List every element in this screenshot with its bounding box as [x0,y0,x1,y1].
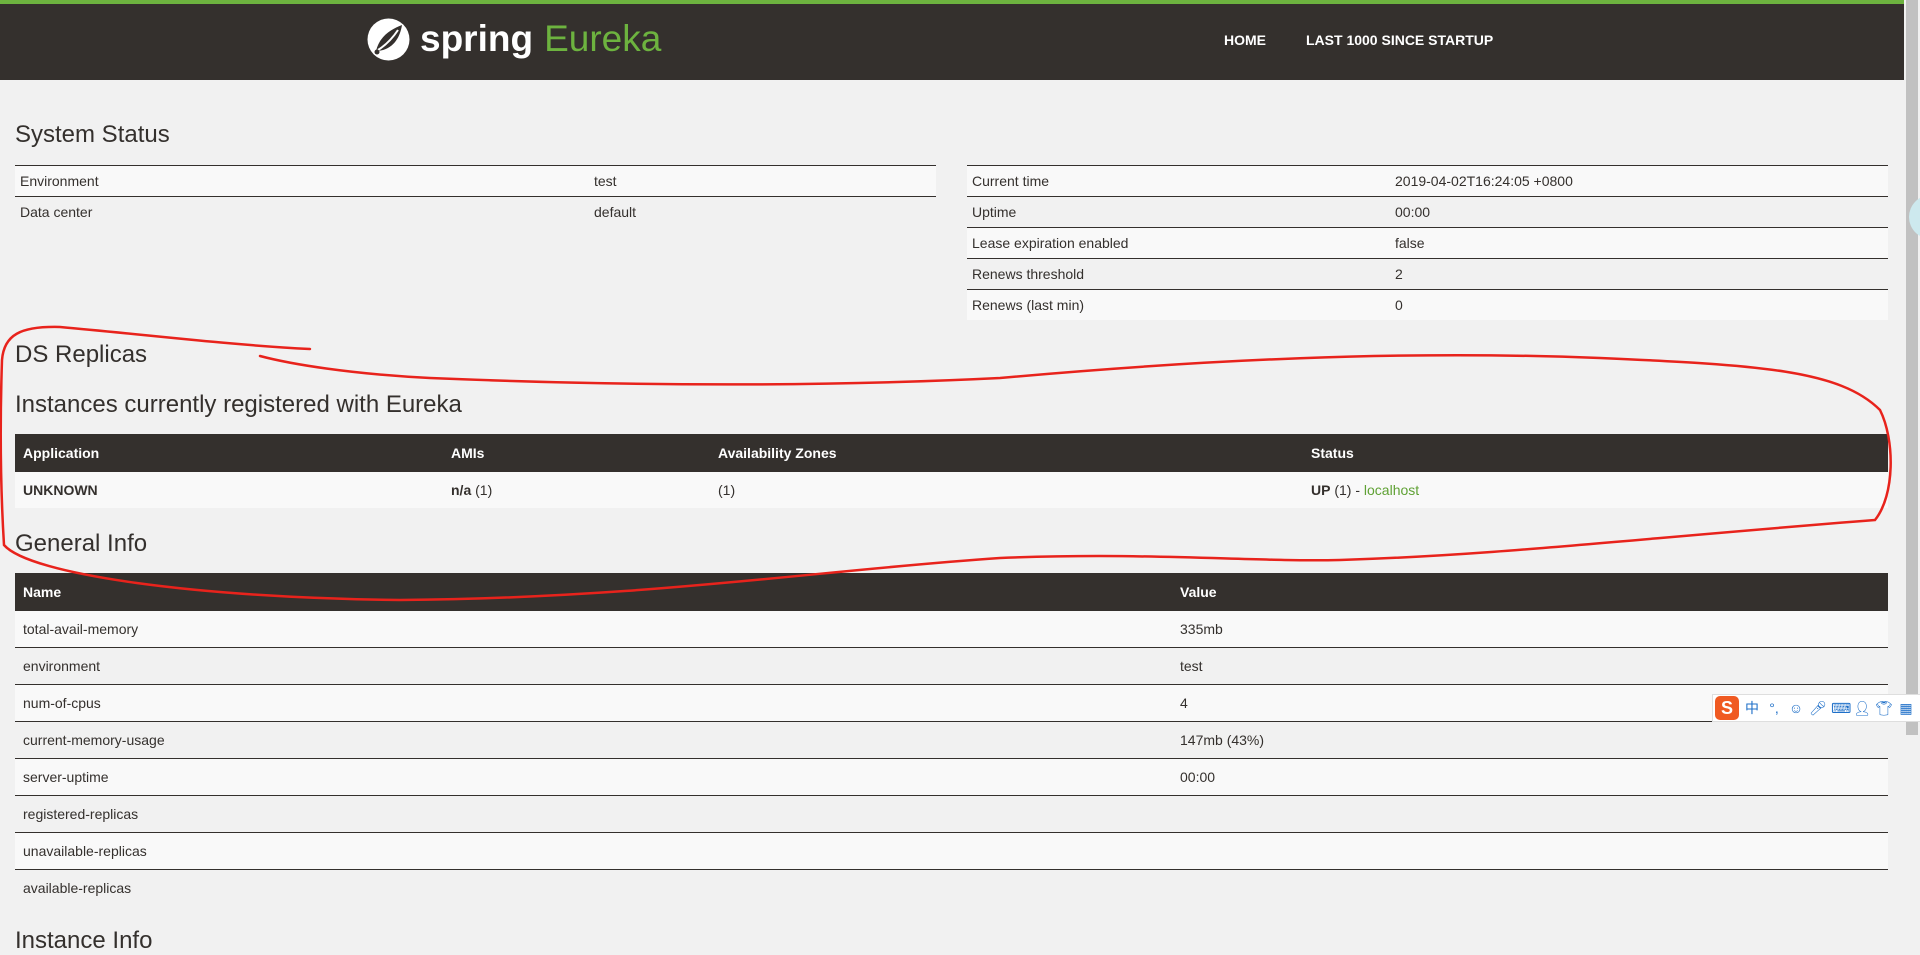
label-cell: Uptime [967,196,1390,228]
system-status-title: System Status [15,121,170,148]
value-cell: 2 [1390,258,1888,290]
value-cell: 00:00 [1390,196,1888,228]
value-cell: 2019-04-02T16:24:05 +0800 [1390,165,1888,197]
table-row: current-memory-usage 147mb (43%) [15,721,1888,759]
ds-replicas-title: DS Replicas [15,341,148,368]
name-cell: environment [15,647,1172,685]
table-row: environment test [15,647,1888,685]
table-row: registered-replicas [15,795,1888,833]
navbar: spring Eureka HOME LAST 1000 SINCE START… [0,4,1904,80]
value-cell: default [589,196,936,227]
table-row: Data center default [15,196,936,227]
label-cell: Current time [967,165,1390,197]
label-cell: Renews (last min) [967,289,1390,320]
general-info-table: Name Value total-avail-memory 335mb envir… [15,573,1888,906]
value-cell [1172,795,1888,833]
table-row: num-of-cpus 4 [15,684,1888,722]
name-cell: unavailable-replicas [15,832,1172,870]
table-row: Current time 2019-04-02T16:24:05 +0800 [967,165,1888,197]
column-header-status: Status [1303,434,1888,472]
value-cell: test [589,165,936,197]
grid-icon[interactable]: ▦ [1897,700,1915,717]
nav-last1000-link[interactable]: LAST 1000 SINCE STARTUP [1306,32,1493,48]
column-header-application: Application [15,434,443,472]
value-cell [1172,869,1888,906]
microphone-icon[interactable]: 🎤︎ [1809,700,1827,717]
name-cell: num-of-cpus [15,684,1172,722]
system-status-left-table: Environment test Data center default [15,165,936,227]
table-row: Renews threshold 2 [967,258,1888,290]
zones-cell: (1) [710,471,1303,508]
instances-table: Application AMIs Availability Zones Stat… [15,434,1888,508]
instance-link[interactable]: localhost [1364,482,1419,498]
table-row: UNKNOWN n/a (1) (1) UP (1) - localhost [15,471,1888,508]
table-row: Environment test [15,165,936,197]
system-status-right-table: Current time 2019-04-02T16:24:05 +0800 U… [967,165,1888,320]
value-cell: 00:00 [1172,758,1888,796]
ime-toolbar: S 中 °, ☺ 🎤︎ ⌨ 👤︎ 👕︎ ▦ [1712,694,1920,722]
spring-leaf-icon [367,18,410,60]
value-cell: 0 [1390,289,1888,320]
label-cell: Renews threshold [967,258,1390,290]
status-cell: UP (1) - localhost [1303,471,1888,508]
value-cell: false [1390,227,1888,259]
logo-spring-text: spring [420,18,534,59]
spring-eureka-logo[interactable]: spring Eureka [366,14,661,64]
value-cell [1172,832,1888,870]
label-cell: Data center [15,196,589,227]
table-row: unavailable-replicas [15,832,1888,870]
sogou-logo-icon[interactable]: S [1715,696,1739,720]
table-row: total-avail-memory 335mb [15,610,1888,648]
shirt-icon[interactable]: 👕︎ [1875,700,1893,717]
user-icon[interactable]: 👤︎ [1853,700,1871,717]
general-info-title: General Info [15,530,148,557]
name-cell: current-memory-usage [15,721,1172,759]
status-value: UP [1311,482,1331,498]
table-row: available-replicas [15,869,1888,906]
table-header-row: Name Value [15,573,1888,611]
value-cell: 335mb [1172,610,1888,648]
status-count: (1) - [1334,482,1361,498]
amis-value: n/a [451,482,472,498]
column-header-zones: Availability Zones [710,434,1303,472]
application-name: UNKNOWN [15,471,443,508]
table-header-row: Application AMIs Availability Zones Stat… [15,434,1888,472]
nav-home-link[interactable]: HOME [1224,32,1266,48]
table-row: Renews (last min) 0 [967,289,1888,320]
value-cell: test [1172,647,1888,685]
name-cell: total-avail-memory [15,610,1172,648]
nav-links: HOME LAST 1000 SINCE STARTUP [1224,32,1493,48]
table-row: Uptime 00:00 [967,196,1888,228]
label-cell: Lease expiration enabled [967,227,1390,259]
value-cell: 147mb (43%) [1172,721,1888,759]
keyboard-icon[interactable]: ⌨ [1831,700,1851,717]
name-cell: registered-replicas [15,795,1172,833]
name-cell: server-uptime [15,758,1172,796]
column-header-name: Name [15,573,1172,611]
ime-punctuation-toggle[interactable]: °, [1765,700,1783,716]
ime-language-toggle[interactable]: 中 [1743,698,1761,718]
emoji-icon[interactable]: ☺ [1787,700,1805,716]
name-cell: available-replicas [15,869,1172,906]
label-cell: Environment [15,165,589,197]
column-header-value: Value [1172,573,1888,611]
scrollbar-thumb[interactable] [1906,0,1918,735]
table-row: Lease expiration enabled false [967,227,1888,259]
column-header-amis: AMIs [443,434,710,472]
logo-eureka-text: Eureka [544,18,662,59]
amis-count: (1) [475,482,493,498]
instance-info-title: Instance Info [15,927,153,954]
table-row: server-uptime 00:00 [15,758,1888,796]
amis-cell: n/a (1) [443,471,710,508]
instances-title: Instances currently registered with Eure… [15,391,462,418]
